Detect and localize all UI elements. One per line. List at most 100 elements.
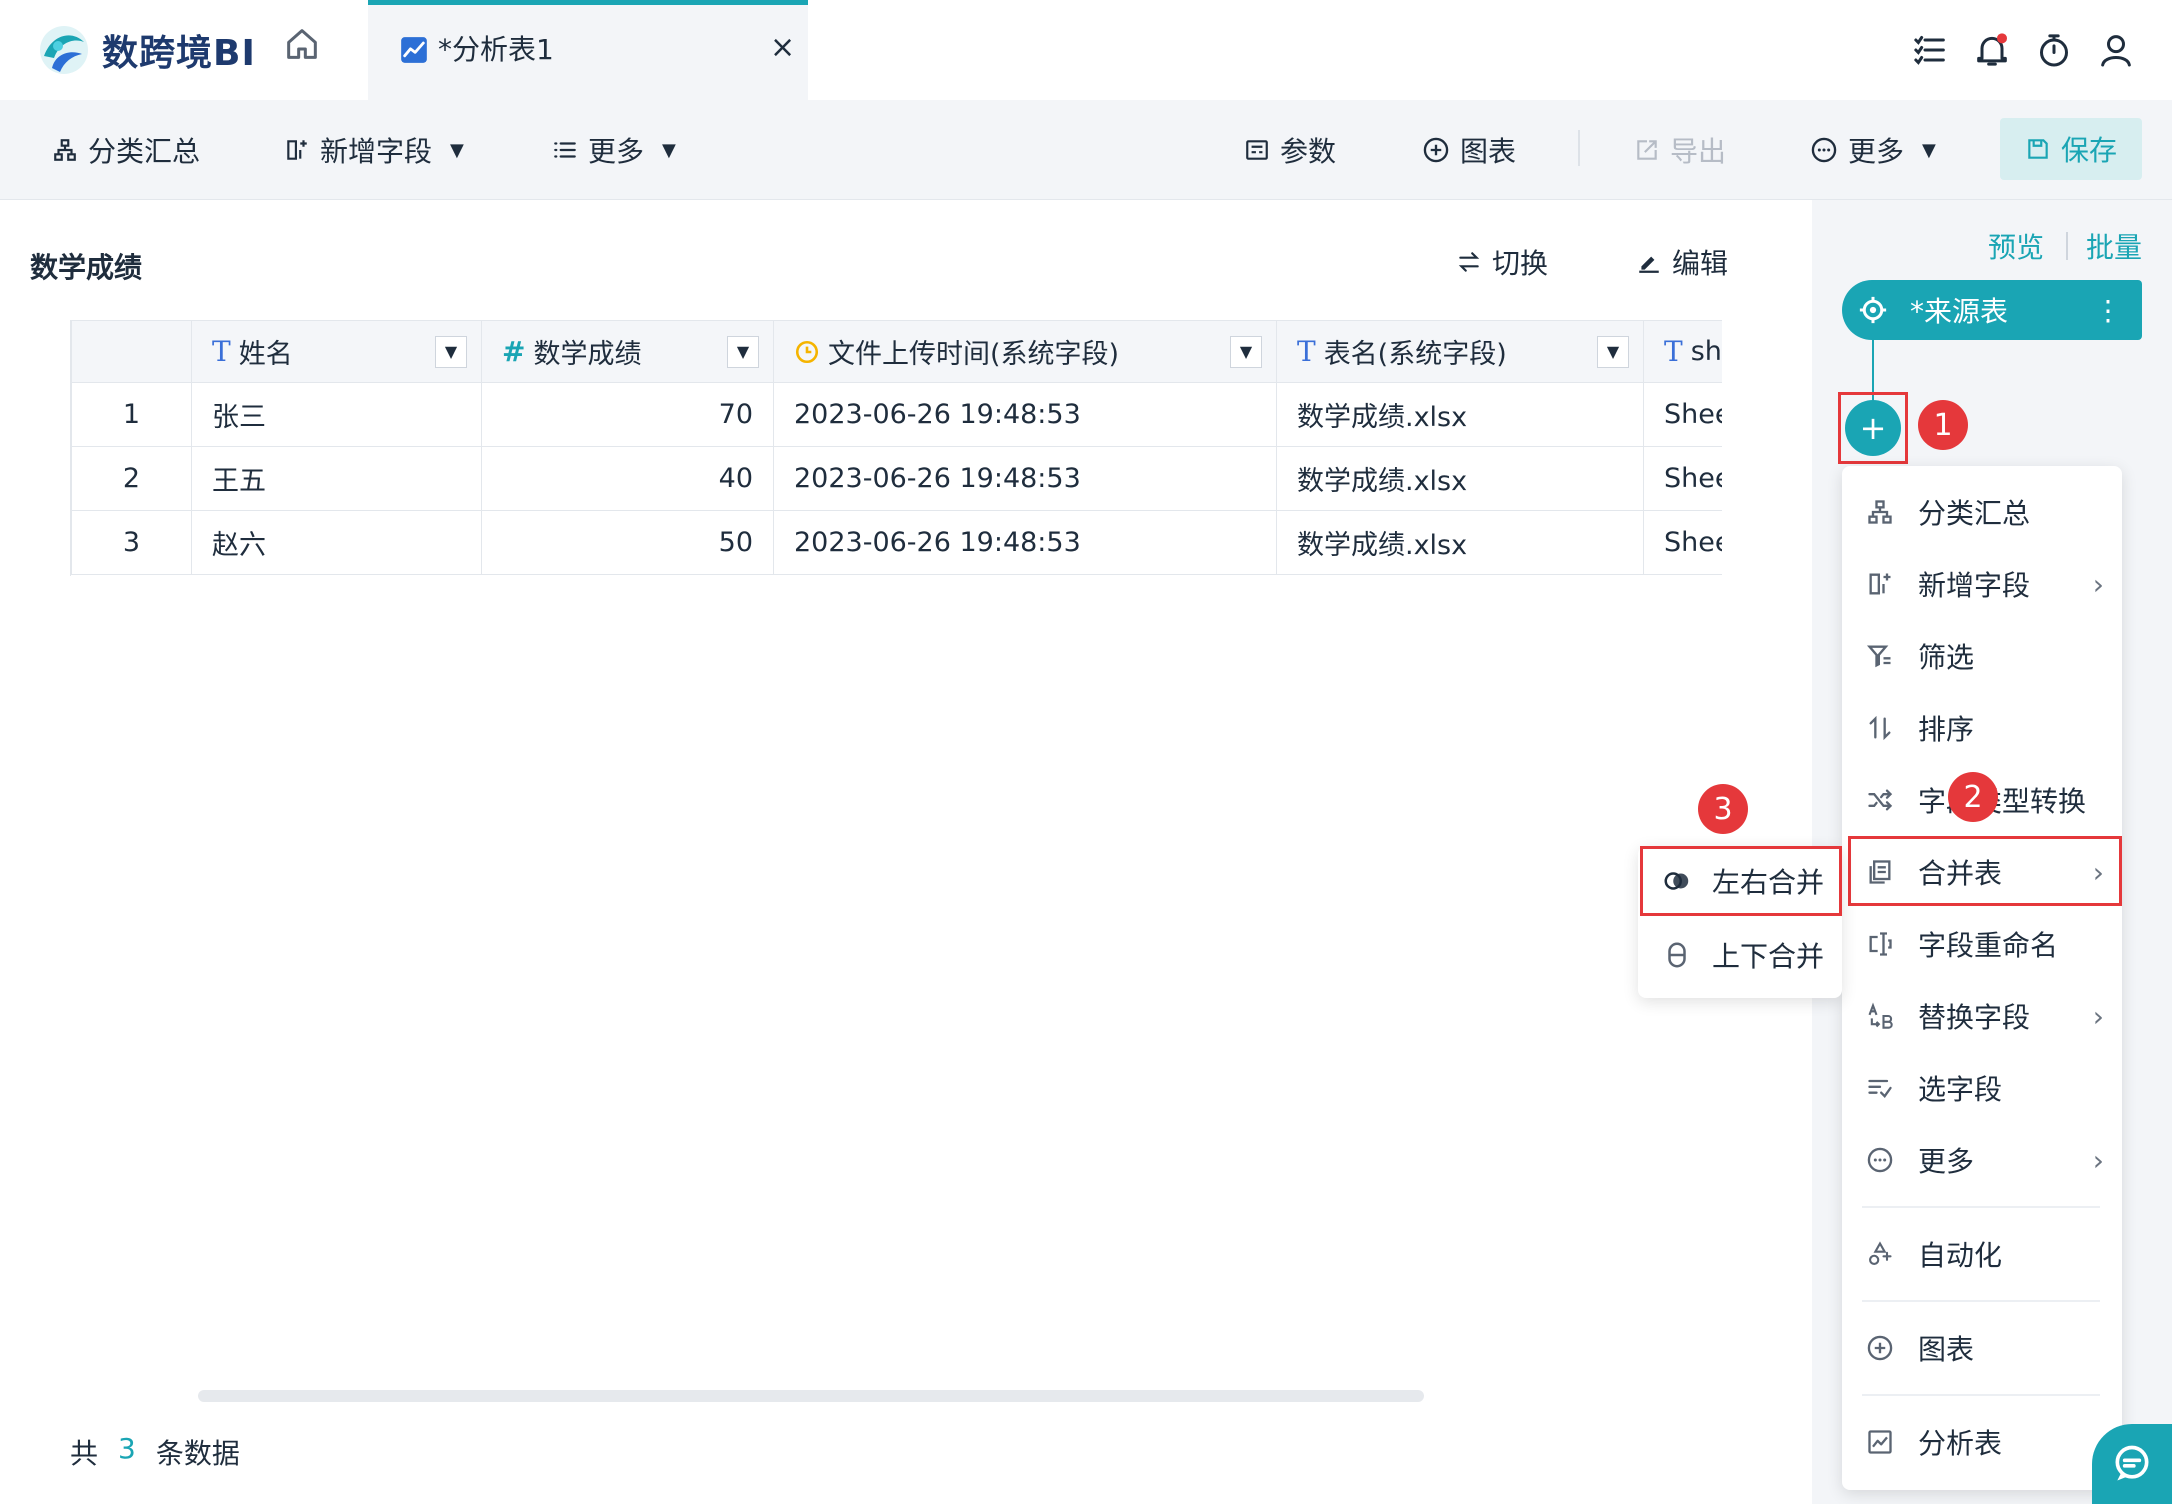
user-button[interactable] <box>2096 30 2136 70</box>
table-row: 2 王五 40 2023-06-26 19:48:53 数学成绩.xlsx Sh… <box>71 446 1722 511</box>
logo-icon <box>40 26 88 74</box>
menu-item-group-summary[interactable]: 分类汇总 <box>1842 482 2122 542</box>
notification-button[interactable] <box>1972 30 2012 70</box>
highlight-box <box>1640 846 1842 916</box>
target-icon <box>1859 296 1887 324</box>
column-dropdown-button[interactable]: ▼ <box>1597 335 1629 368</box>
switch-button[interactable]: 切换 <box>1456 240 1548 284</box>
column-header-sheet[interactable]: Tsh <box>1643 320 1722 383</box>
tab-analysis-1[interactable] <box>368 0 808 100</box>
menu-item-add-field[interactable]: 新增字段 › <box>1842 554 2122 614</box>
menu-item-label: 更多 <box>1918 1145 1975 1178</box>
add-field-button[interactable]: 新增字段 ▼ <box>284 128 464 172</box>
table-header-row: T 姓名 ▼ # 数学成绩 ▼ 文件上传时间(系统字段) ▼ T 表名(系统字段) ▼ Tsh <box>71 320 1722 383</box>
swap-icon <box>1458 252 1480 272</box>
cell-score: 70 <box>481 382 774 447</box>
save-label: 保存 <box>2060 134 2117 167</box>
column-header-upload-time[interactable]: 文件上传时间(系统字段) ▼ <box>773 320 1277 383</box>
chart-label: 图表 <box>1460 135 1517 168</box>
menu-item-label: 替换字段 <box>1918 1001 2031 1034</box>
edit-button[interactable]: 编辑 <box>1636 240 1728 284</box>
more-label: 更多 <box>588 135 645 168</box>
menu-item-chart[interactable]: 图表 <box>1842 1318 2122 1378</box>
cell-upload-time: 2023-06-26 19:48:53 <box>773 510 1277 575</box>
add-step-button[interactable]: + <box>1845 400 1901 456</box>
text-type-icon: T <box>1297 335 1316 368</box>
tab-close-button[interactable]: × <box>770 30 795 65</box>
export-label: 导出 <box>1670 135 1727 168</box>
kebab-menu-icon[interactable]: ⋮ <box>2094 294 2122 327</box>
chevron-right-icon: › <box>2092 1000 2104 1033</box>
column-header-name[interactable]: T 姓名 ▼ <box>191 320 482 383</box>
group-summary-button[interactable]: 分类汇总 <box>52 128 200 172</box>
clock-icon <box>795 340 819 363</box>
add-chart-button[interactable]: 图表 <box>1422 128 1516 172</box>
more-menu-button[interactable]: 更多 ▼ <box>552 128 676 172</box>
source-table-node[interactable]: *来源表 ⋮ <box>1842 280 2142 340</box>
automation-icon <box>1869 1241 1892 1265</box>
menu-item-label: 字段重命名 <box>1918 929 2059 962</box>
hierarchy-icon <box>54 139 76 161</box>
menu-item-label: 选字段 <box>1918 1073 2003 1106</box>
column-dropdown-button[interactable]: ▼ <box>727 335 759 368</box>
menu-item-label: 新增字段 <box>1918 569 2031 602</box>
column-header-score[interactable]: # 数学成绩 ▼ <box>481 320 774 383</box>
chevron-right-icon: › <box>2092 568 2104 601</box>
cell-table-name: 数学成绩.xlsx <box>1276 446 1644 511</box>
switch-label: 切换 <box>1492 247 1549 280</box>
app-logo[interactable]: 数跨境BI <box>38 14 256 86</box>
list-icon <box>1914 36 1945 65</box>
preview-link[interactable]: 预览 <box>1988 226 2044 266</box>
menu-item-more[interactable]: 更多 › <box>1842 1130 2122 1190</box>
caret-down-icon: ▼ <box>450 139 464 161</box>
submenu-item-top-bottom-merge[interactable]: 上下合并 <box>1638 920 1842 990</box>
save-icon <box>2028 139 2048 159</box>
cell-table-name: 数学成绩.xlsx <box>1276 510 1644 575</box>
column-dropdown-button[interactable]: ▼ <box>435 335 467 368</box>
toolbar-divider <box>1578 130 1580 166</box>
number-type-icon: # <box>502 335 526 368</box>
menu-item-rename-field[interactable]: 字段重命名 <box>1842 914 2122 974</box>
params-button[interactable]: 参数 <box>1244 128 1336 172</box>
analysis-chart-icon <box>1868 1430 1892 1454</box>
add-field-label: 新增字段 <box>320 135 433 168</box>
home-button[interactable] <box>282 24 322 64</box>
cell-upload-time: 2023-06-26 19:48:53 <box>773 382 1277 447</box>
column-header-table-name[interactable]: T 表名(系统字段) ▼ <box>1276 320 1644 383</box>
export-button[interactable]: 导出 <box>1634 128 1726 172</box>
plus-circle-icon <box>1423 137 1449 163</box>
list-button[interactable] <box>1910 30 1950 70</box>
cell-name: 张三 <box>191 382 482 447</box>
add-field-icon <box>1869 573 1891 595</box>
menu-item-filter[interactable]: 筛选 <box>1842 626 2122 686</box>
table-row: 3 赵六 50 2023-06-26 19:48:53 数学成绩.xlsx Sh… <box>71 510 1722 575</box>
chart-line-icon <box>400 36 428 64</box>
more-circle-icon <box>1867 1147 1893 1173</box>
menu-item-select-fields[interactable]: 选字段 <box>1842 1058 2122 1118</box>
menu-divider <box>1862 1394 2100 1396</box>
menu-divider <box>1862 1300 2100 1302</box>
rename-icon <box>1869 932 1892 956</box>
menu-item-sort[interactable]: 排序 <box>1842 698 2122 758</box>
step-badge-2: 2 <box>1948 772 1998 822</box>
chat-support-button[interactable] <box>2092 1424 2172 1504</box>
chevron-right-icon: › <box>2092 1144 2104 1177</box>
timer-button[interactable] <box>2034 30 2074 70</box>
cell-table-name: 数学成绩.xlsx <box>1276 382 1644 447</box>
batch-link[interactable]: 批量 <box>2086 226 2142 266</box>
more-right-button[interactable]: 更多 ▼ <box>1810 128 1936 172</box>
edit-icon <box>1639 256 1659 273</box>
column-dropdown-button[interactable]: ▼ <box>1230 335 1262 368</box>
top-bar <box>0 0 2172 100</box>
row-count-suffix: 条数据 <box>155 1437 240 1470</box>
menu-item-replace-field[interactable]: 替换字段 › <box>1842 986 2122 1046</box>
step-badge-3: 3 <box>1698 784 1748 834</box>
save-button[interactable]: 保存 <box>2000 118 2142 180</box>
menu-item-automation[interactable]: 自动化 <box>1842 1224 2122 1284</box>
logo-text: 数跨境BI <box>102 33 256 74</box>
menu-item-analysis-table[interactable]: 分析表 <box>1842 1412 2122 1472</box>
highlight-box <box>1848 836 2122 906</box>
horizontal-scrollbar[interactable] <box>198 1390 1424 1402</box>
menu-item-label: 自动化 <box>1918 1239 2003 1272</box>
shuffle-icon <box>1868 789 1893 811</box>
